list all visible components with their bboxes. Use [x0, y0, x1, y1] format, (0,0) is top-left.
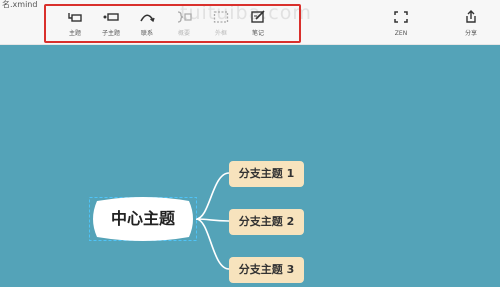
highlight-box [44, 4, 301, 43]
share-label: 分享 [464, 30, 477, 37]
mindmap-canvas[interactable]: 中心主题 分支主题 1 分支主题 2 分支主题 3 [0, 45, 500, 287]
share-button[interactable]: 分享 [453, 10, 489, 42]
branch-topic-3[interactable]: 分支主题 3 [229, 257, 304, 283]
zen-label: ZEN [394, 30, 408, 37]
share-upload-icon [466, 10, 476, 23]
toolbar: 名.xmind tuituiba.com 主题 子主题 联系 概要 外框 笔记 … [0, 0, 500, 45]
branch-topic-1[interactable]: 分支主题 1 [229, 161, 304, 187]
file-name: 名.xmind [2, 0, 38, 9]
central-topic-label: 中心主题 [110, 209, 175, 228]
zen-button[interactable]: ZEN [383, 10, 419, 42]
branch-topic-2[interactable]: 分支主题 2 [229, 209, 304, 235]
central-topic[interactable]: 中心主题 [89, 197, 197, 241]
fullscreen-icon [394, 11, 408, 23]
